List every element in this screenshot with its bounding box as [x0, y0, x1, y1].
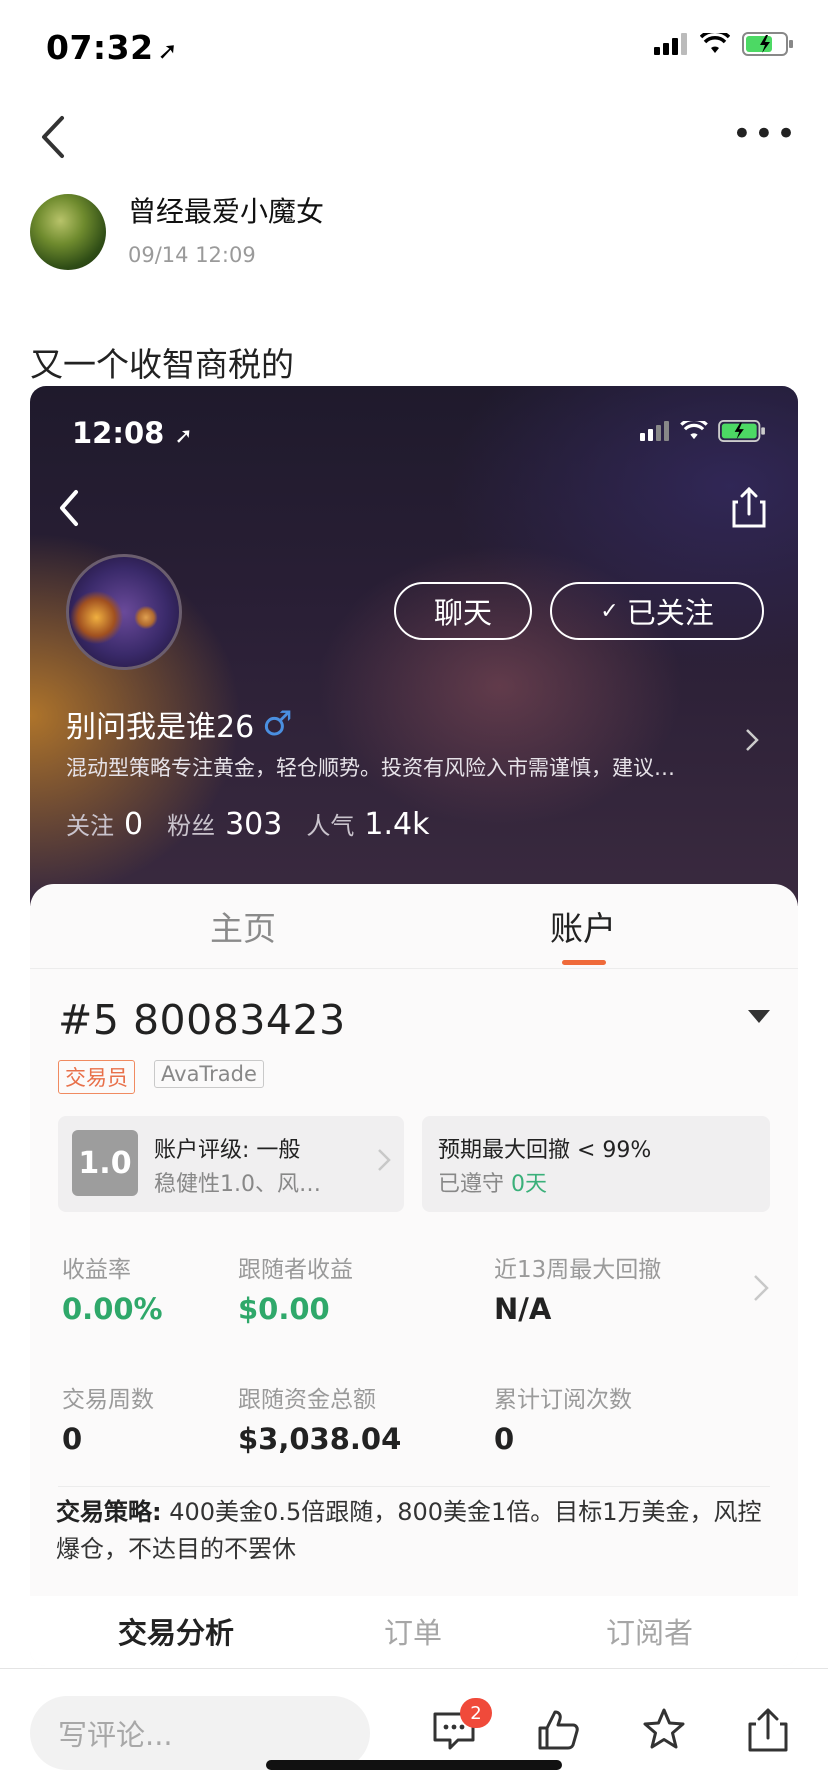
- rating-badge: 1.0: [72, 1130, 138, 1196]
- metric-value: 0: [62, 1422, 83, 1456]
- trader-tag: 交易员: [58, 1060, 135, 1094]
- like-icon[interactable]: [534, 1706, 582, 1754]
- check-icon: ✓: [600, 598, 619, 624]
- wifi-icon: [680, 421, 708, 440]
- comment-input[interactable]: 写评论...: [30, 1696, 370, 1770]
- image-status-icons: [640, 420, 766, 442]
- tab-trade-analysis: 交易分析: [118, 1616, 235, 1650]
- battery-icon: [718, 420, 765, 442]
- profile-name-text: 别问我是谁26: [66, 710, 255, 745]
- profile-header: 12:08 ➚ 聊天 ✓ 已关注 别问我是谁26 ♂ 混动型策略专注黄金，轻仓顺势。…: [30, 386, 798, 906]
- profile-bio: 混动型策略专注黄金，轻仓顺势。投资有风险入市需谨慎，建议…: [66, 756, 675, 780]
- rating-detail: 稳健性1.0、风…: [154, 1172, 321, 1197]
- metric-label: 累计订阅次数: [494, 1387, 632, 1413]
- stat-value: 1.4k: [364, 807, 430, 842]
- image-back-icon: [60, 490, 78, 526]
- active-tab-indicator: [562, 960, 606, 965]
- metric-label: 交易周数: [62, 1387, 154, 1413]
- male-gender-icon: ♂: [262, 704, 293, 744]
- rating-card: 1.0 账户评级: 一般 稳健性1.0、风…: [58, 1116, 404, 1212]
- post-image[interactable]: 12:08 ➚ 聊天 ✓ 已关注 别问我是谁26 ♂ 混动型策略专注黄金，轻仓顺势。…: [30, 386, 798, 1666]
- stat-label: 粉丝: [167, 812, 216, 840]
- dropdown-arrow-icon: [748, 1010, 770, 1023]
- star-icon[interactable]: [640, 1706, 688, 1754]
- following-label: 已关注: [626, 596, 714, 630]
- divider: [58, 1486, 770, 1487]
- wifi-icon: [700, 33, 730, 53]
- metric-value: 0: [494, 1422, 515, 1456]
- stat-value: 303: [225, 807, 283, 842]
- author-name[interactable]: 曾经最爱小魔女: [128, 190, 324, 230]
- profile-avatar: [66, 554, 182, 670]
- metric-value: N/A: [494, 1292, 552, 1326]
- chevron-right-icon: [378, 1149, 391, 1171]
- divider: [30, 968, 798, 969]
- metric-value: 0.00%: [62, 1292, 163, 1326]
- stat-label: 人气: [306, 812, 355, 840]
- chat-button: 聊天: [394, 582, 532, 640]
- tab-subscribers: 订阅者: [606, 1616, 694, 1650]
- metric-value: $0.00: [238, 1292, 330, 1326]
- image-status-time: 12:08 ➚: [72, 416, 193, 450]
- strategy-label: 交易策略:: [56, 1498, 162, 1526]
- signal-icon: [654, 33, 687, 55]
- following-button: ✓ 已关注: [550, 582, 764, 640]
- drawdown-card: 预期最大回撤 < 99% 已遵守 0天: [422, 1116, 770, 1212]
- comment-count-badge: 2: [460, 1698, 492, 1728]
- image-share-icon: [732, 486, 766, 528]
- post-text: 又一个收智商税的: [30, 345, 294, 384]
- signal-icon: [640, 421, 669, 441]
- tab-home: 主页: [210, 909, 276, 948]
- metric-label: 跟随者收益: [238, 1257, 353, 1283]
- profile-name: 别问我是谁26 ♂: [66, 702, 293, 746]
- broker-tag: AvaTrade: [154, 1060, 264, 1088]
- stat-label: 关注: [66, 812, 114, 840]
- back-icon[interactable]: [34, 112, 74, 162]
- metric-label: 跟随资金总额: [238, 1387, 376, 1413]
- rating-title: 账户评级: 一般: [154, 1138, 301, 1163]
- compliance-line: 已遵守 0天: [438, 1166, 547, 1198]
- tab-account: 账户: [550, 909, 616, 948]
- chevron-right-icon: [746, 729, 759, 751]
- home-indicator: [266, 1760, 562, 1770]
- location-arrow-icon: ➚: [174, 424, 193, 449]
- status-time: 07:32 ➚: [46, 28, 179, 67]
- tab-orders: 订单: [384, 1616, 443, 1650]
- drawdown-title: 预期最大回撤 < 99%: [438, 1138, 652, 1163]
- battery-icon: [742, 32, 793, 56]
- more-options-icon[interactable]: •••: [732, 117, 798, 151]
- chevron-right-icon: [754, 1275, 769, 1301]
- status-icons: [654, 32, 794, 56]
- post-time: 09/14 12:09: [128, 243, 256, 267]
- account-number: #5 80083423: [58, 996, 346, 1044]
- author-avatar[interactable]: [30, 194, 106, 270]
- compliance-value: 0天: [511, 1172, 548, 1197]
- stat-value: 0: [124, 807, 144, 842]
- share-icon[interactable]: [744, 1706, 792, 1754]
- metric-value: $3,038.04: [238, 1422, 402, 1456]
- metric-label: 近13周最大回撤: [494, 1257, 662, 1283]
- metric-label: 收益率: [62, 1257, 131, 1283]
- profile-stats: 关注 0 粉丝 303 人气 1.4k: [66, 806, 443, 842]
- location-arrow-icon: ➚: [157, 37, 179, 65]
- compliance-label: 已遵守: [438, 1172, 505, 1197]
- strategy-text: 400美金0.5倍跟随，800美金1倍。目标1万美金，风控爆仓，不达目的不罢休: [56, 1498, 762, 1563]
- trading-strategy: 交易策略: 400美金0.5倍跟随，800美金1倍。目标1万美金，风控爆仓，不达…: [56, 1494, 776, 1568]
